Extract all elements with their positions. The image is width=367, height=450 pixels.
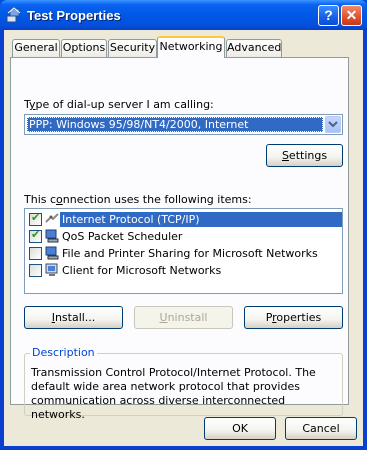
tab-advanced[interactable]: Advanced <box>226 39 282 57</box>
list-item-client[interactable]: Client for Microsoft Networks <box>27 262 340 279</box>
server-type-label: Type of dial-up server I am calling: <box>24 98 214 111</box>
list-item-label: Internet Protocol (TCP/IP) <box>60 212 342 227</box>
list-item-label: File and Printer Sharing for Microsoft N… <box>62 247 318 260</box>
window-title: Test Properties <box>27 8 121 23</box>
help-button[interactable]: ? <box>318 5 339 26</box>
uninstall-button[interactable]: Uninstall <box>134 306 233 329</box>
items-label: This connection uses the following items… <box>24 193 252 206</box>
tab-networking[interactable]: Networking <box>157 36 225 58</box>
tab-options[interactable]: Options <box>61 39 107 57</box>
checkbox-client[interactable] <box>29 264 42 277</box>
checkbox-file-printer-sharing[interactable] <box>29 247 42 260</box>
list-item-file-printer-sharing[interactable]: File and Printer Sharing for Microsoft N… <box>27 245 340 262</box>
components-list[interactable]: ✔ Internet Protocol (TCP/IP) ✔ QoS Packe… <box>24 208 343 294</box>
dialog-client-area: General Options Security Networking Adva… <box>4 30 363 446</box>
list-item-label: Client for Microsoft Networks <box>62 264 222 277</box>
dropdown-button[interactable] <box>325 116 341 133</box>
network-service-icon <box>45 229 59 243</box>
list-item-qos[interactable]: ✔ QoS Packet Scheduler <box>27 228 340 245</box>
settings-button[interactable]: Settings <box>266 144 343 167</box>
list-item-label: QoS Packet Scheduler <box>62 230 183 243</box>
properties-window: Test Properties ? ✕ General Options Secu… <box>0 0 367 450</box>
description-group: Description Transmission Control Protoco… <box>24 346 343 421</box>
server-type-select[interactable]: PPP: Windows 95/98/NT4/2000, Internet <box>24 114 343 135</box>
checkbox-qos[interactable]: ✔ <box>29 228 42 243</box>
checkbox-tcpip[interactable]: ✔ <box>29 211 42 226</box>
close-button[interactable]: ✕ <box>341 5 362 26</box>
properties-button[interactable]: Properties <box>244 306 343 329</box>
tab-security[interactable]: Security <box>108 39 157 57</box>
title-bar[interactable]: Test Properties ? ✕ <box>0 0 367 30</box>
list-item-tcpip[interactable]: ✔ Internet Protocol (TCP/IP) <box>27 211 342 228</box>
networking-tab-panel: Type of dial-up server I am calling: PPP… <box>10 57 349 421</box>
tab-general[interactable]: General <box>12 39 60 57</box>
network-protocol-icon <box>45 213 59 223</box>
network-service-icon <box>45 246 59 260</box>
install-button[interactable]: Install... <box>24 306 123 329</box>
description-title: Description <box>30 346 97 359</box>
chevron-down-icon <box>328 121 338 128</box>
network-connection-icon <box>6 7 21 23</box>
description-text: Transmission Control Protocol/Internet P… <box>31 366 316 421</box>
network-client-icon <box>45 263 58 276</box>
server-type-value: PPP: Windows 95/98/NT4/2000, Internet <box>27 117 323 132</box>
